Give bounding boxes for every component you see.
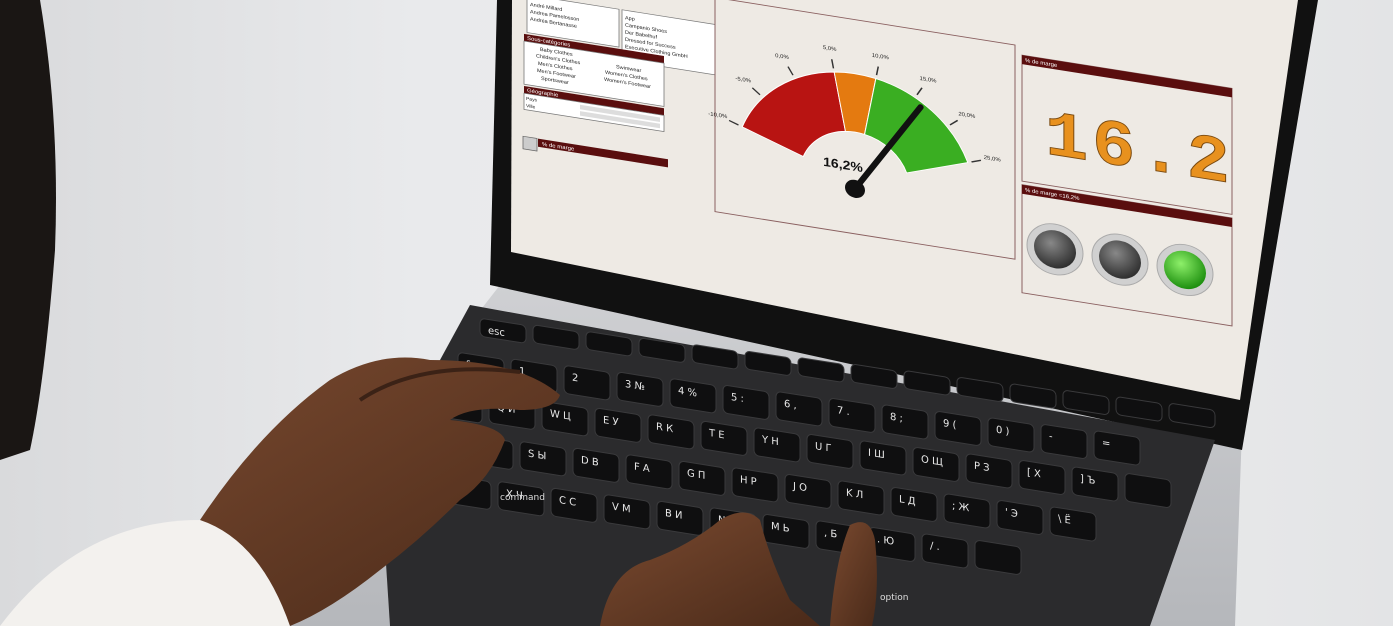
key-label: ' Э [1005,507,1018,520]
command-key-label: command [500,493,545,503]
key-label: - [1049,431,1053,443]
key-label: 6 , [784,399,797,412]
keyboard-key [1062,390,1110,415]
key-label: 7 . [837,405,850,418]
key-label: 2 [572,373,578,385]
key-label: / . [930,541,940,553]
key-label: 5 : [731,392,744,405]
key-label: 8 ; [890,412,903,425]
keyboard-key [1115,396,1163,422]
key-label: [ Х [1027,467,1041,480]
photo-scene: André Millard Andrea Pamelosson Andréa B… [0,0,1393,626]
key-label: , Б [824,528,837,541]
keyboard-layer: esc§123 №4 %5 :6 ,7 .8 ;9 (0 )-=Q ЙW ЦE … [0,305,1216,626]
keyboard-key [1168,403,1216,429]
key-label: 9 ( [943,418,957,431]
keyboard: esc§123 №4 %5 :6 ,7 .8 ;9 (0 )-=Q ЙW ЦE … [380,305,1216,626]
key-label: 0 ) [996,425,1010,438]
option-key-label: option [880,593,908,603]
key-label: = [1102,438,1110,450]
